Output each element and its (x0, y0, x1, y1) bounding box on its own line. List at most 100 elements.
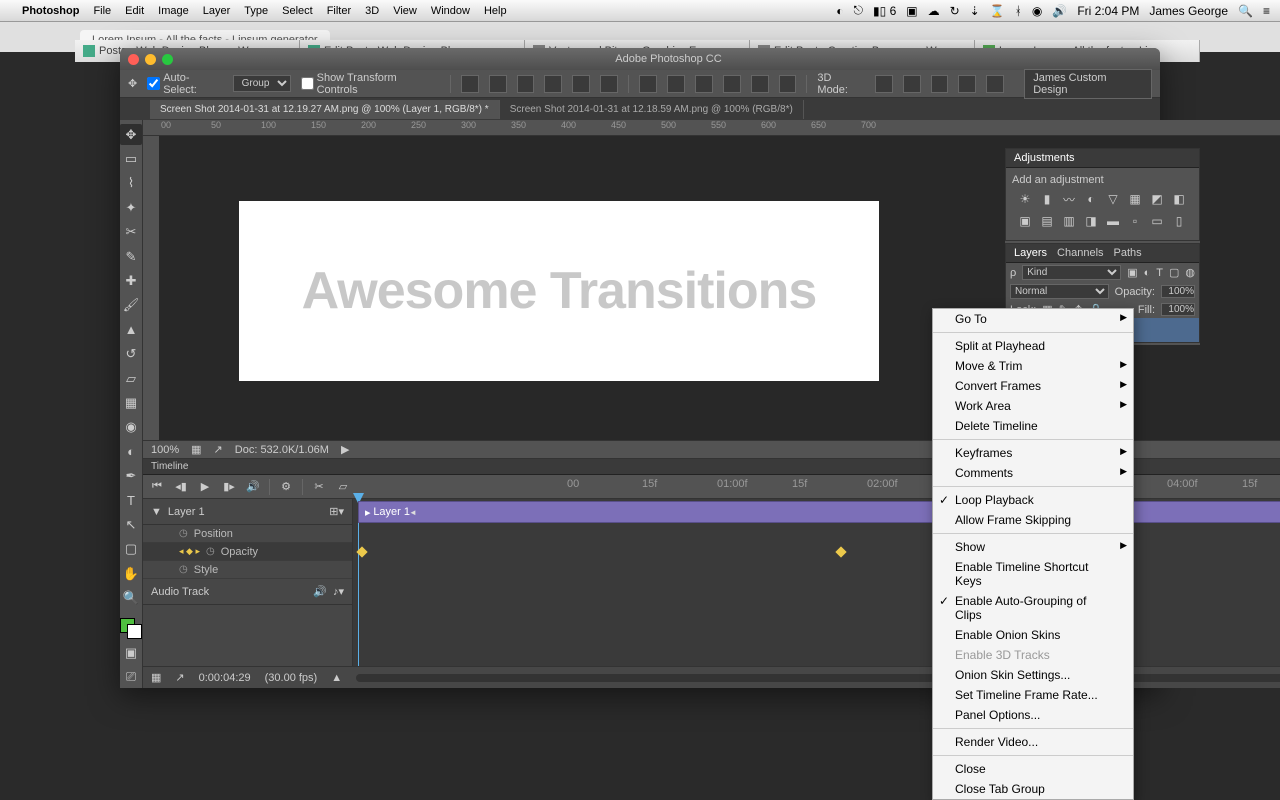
menu-image[interactable]: Image (158, 5, 189, 17)
align-icon[interactable] (572, 75, 590, 93)
menu-layer[interactable]: Layer (203, 5, 231, 17)
menu-item[interactable]: Delete Timeline (933, 416, 1133, 436)
posterize-icon[interactable]: ▬ (1104, 212, 1122, 230)
hand-tool[interactable]: ✋ (120, 563, 142, 584)
zoom-tool[interactable]: 🔍 (120, 587, 142, 608)
3d-icon[interactable] (986, 75, 1004, 93)
menu-select[interactable]: Select (282, 5, 313, 17)
distribute-icon[interactable] (695, 75, 713, 93)
menu-item[interactable]: Panel Options... (933, 705, 1133, 725)
prev-frame-button[interactable]: ◂▮ (171, 478, 191, 496)
align-icon[interactable] (517, 75, 535, 93)
menu-item[interactable]: Set Timeline Frame Rate... (933, 685, 1133, 705)
3d-icon[interactable] (958, 75, 976, 93)
channels-tab[interactable]: Channels (1057, 247, 1103, 259)
menu-type[interactable]: Type (244, 5, 268, 17)
auto-select-checkbox[interactable]: Auto-Select: (147, 72, 222, 96)
clock[interactable]: Fri 2:04 PM (1077, 4, 1139, 18)
doc-tab[interactable]: Screen Shot 2014-01-31 at 12.18.59 AM.pn… (500, 100, 804, 119)
levels-icon[interactable]: ▮ (1038, 190, 1056, 208)
quickmask-tool[interactable]: ▣ (120, 642, 142, 663)
close-button[interactable] (128, 54, 139, 65)
menu-3d[interactable]: 3D (365, 5, 379, 17)
video-clip[interactable]: ▸ Layer 1 (358, 501, 1280, 523)
vibrance-icon[interactable]: ▽ (1104, 190, 1122, 208)
timeline-ruler[interactable]: 0015f01:00f15f02:00f15f03:00f15f04:00f15… (567, 478, 1280, 496)
status-icon[interactable]: ↗ (214, 443, 223, 456)
zoom-button[interactable] (162, 54, 173, 65)
goto-start-button[interactable]: ⏮ (147, 478, 167, 496)
filter-icon[interactable]: ◐ (1144, 267, 1151, 279)
stamp-tool[interactable]: ▲ (120, 319, 142, 340)
music-icon[interactable]: ♪▾ (333, 585, 344, 598)
menu-item[interactable]: Show (933, 537, 1133, 557)
healing-tool[interactable]: ✚ (120, 270, 142, 291)
menu-item[interactable]: Enable Timeline Shortcut Keys (933, 557, 1133, 591)
audio-icon[interactable]: 🔊 (313, 585, 327, 598)
menu-item[interactable]: Allow Frame Skipping (933, 510, 1133, 530)
app-name[interactable]: Photoshop (22, 5, 79, 17)
show-transform-checkbox[interactable]: Show Transform Controls (301, 72, 440, 96)
canvas[interactable]: Awesome Transitions (239, 201, 879, 381)
doc-tab[interactable]: Screen Shot 2014-01-31 at 12.19.27 AM.pn… (150, 100, 500, 119)
move-tool[interactable]: ✥ (120, 124, 142, 145)
video-track-header[interactable]: ▼ Layer 1 ⊞▾ (143, 499, 352, 525)
menu-item[interactable]: Split at Playhead (933, 336, 1133, 356)
dodge-tool[interactable]: ◐ (120, 441, 142, 462)
blend-mode[interactable]: Normal (1010, 284, 1109, 299)
collapse-icon[interactable]: ▼ (151, 506, 162, 518)
menu-window[interactable]: Window (431, 5, 470, 17)
3d-icon[interactable] (903, 75, 921, 93)
gradient-tool[interactable]: ▦ (120, 392, 142, 413)
menu-filter[interactable]: Filter (327, 5, 351, 17)
playhead[interactable] (358, 499, 359, 666)
play-button[interactable]: ▶ (195, 478, 215, 496)
shape-tool[interactable]: ▢ (120, 539, 142, 560)
convert-icon[interactable]: ▦ (151, 671, 161, 684)
filter-icon[interactable]: ▢ (1169, 266, 1179, 279)
lasso-tool[interactable]: ⌇ (120, 173, 142, 194)
balance-icon[interactable]: ◩ (1148, 190, 1166, 208)
photo-filter-icon[interactable]: ▣ (1016, 212, 1034, 230)
menu-edit[interactable]: Edit (125, 5, 144, 17)
3d-icon[interactable] (875, 75, 893, 93)
menu-item[interactable]: Comments (933, 463, 1133, 483)
mixer-icon[interactable]: ▤ (1038, 212, 1056, 230)
render-icon[interactable]: ↗ (175, 671, 184, 684)
brush-tool[interactable]: 🖌 (120, 295, 142, 316)
menu-item[interactable]: Go To (933, 309, 1133, 329)
bw-icon[interactable]: ◧ (1170, 190, 1188, 208)
screenmode-tool[interactable]: ⎚ (120, 667, 142, 688)
menu-view[interactable]: View (393, 5, 417, 17)
menu-item[interactable]: Move & Trim (933, 356, 1133, 376)
timeline-track-area[interactable]: ▸ Layer 1 + + (353, 499, 1280, 666)
brightness-icon[interactable]: ☀ (1016, 190, 1034, 208)
distribute-icon[interactable] (779, 75, 797, 93)
opacity-input[interactable] (1161, 285, 1195, 298)
eraser-tool[interactable]: ▱ (120, 368, 142, 389)
settings-button[interactable]: ⚙ (276, 478, 296, 496)
distribute-icon[interactable] (667, 75, 685, 93)
menu-item[interactable]: Enable Auto-Grouping of Clips (933, 591, 1133, 625)
align-icon[interactable] (600, 75, 618, 93)
audio-track-header[interactable]: Audio Track 🔊 ♪▾ (143, 579, 352, 605)
filter-icon[interactable]: ◍ (1185, 266, 1195, 279)
filter-kind[interactable]: Kind (1022, 265, 1121, 280)
split-button[interactable]: ✂ (309, 478, 329, 496)
align-icon[interactable] (489, 75, 507, 93)
zoom-out-icon[interactable]: ▲ (331, 672, 342, 684)
threshold-icon[interactable]: ▫ (1126, 212, 1144, 230)
filter-icon[interactable]: ▣ (1127, 266, 1137, 279)
lookup-icon[interactable]: ▥ (1060, 212, 1078, 230)
track-menu-icon[interactable]: ⊞▾ (329, 505, 344, 518)
notification-icon[interactable]: ≡ (1263, 4, 1270, 18)
next-frame-button[interactable]: ▮▸ (219, 478, 239, 496)
type-tool[interactable]: T (120, 490, 142, 511)
invert-icon[interactable]: ◨ (1082, 212, 1100, 230)
menu-item[interactable]: Work Area (933, 396, 1133, 416)
blur-tool[interactable]: ◉ (120, 417, 142, 438)
distribute-icon[interactable] (639, 75, 657, 93)
eyedropper-tool[interactable]: ✎ (120, 246, 142, 267)
menu-item[interactable]: Enable Onion Skins (933, 625, 1133, 645)
prop-style[interactable]: ◷Style (143, 561, 352, 579)
